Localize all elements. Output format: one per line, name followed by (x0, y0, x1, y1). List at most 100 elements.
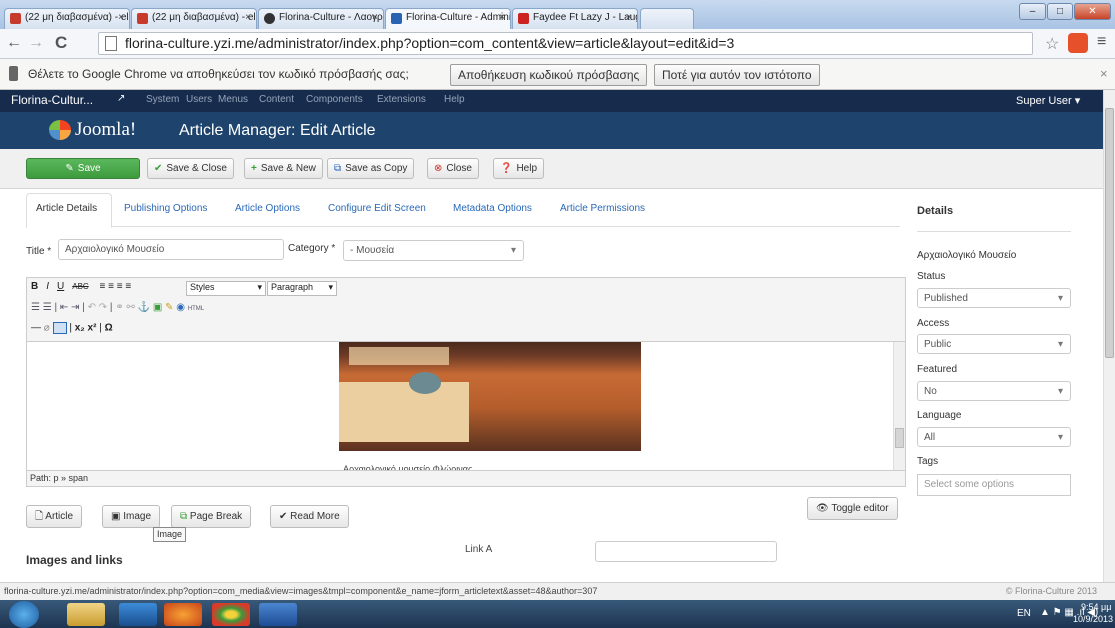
align-right-icon[interactable]: ≡ (117, 281, 123, 292)
image-button[interactable]: ▣ Image (102, 505, 161, 528)
minimize-button[interactable]: – (1019, 3, 1046, 20)
new-tab-button[interactable] (640, 8, 694, 29)
nav-system[interactable]: System (146, 94, 179, 105)
page-break-button[interactable]: ⧉ Page Break (171, 505, 252, 528)
superscript-icon[interactable]: x² (88, 323, 97, 334)
bookmark-star-icon[interactable]: ☆ (1045, 34, 1059, 54)
category-select[interactable]: - Μουσεία (343, 240, 524, 261)
nav-extensions[interactable]: Extensions (377, 94, 426, 105)
site-link[interactable]: Florina-Cultur... (11, 93, 93, 107)
italic-icon[interactable]: I (46, 281, 49, 292)
nav-components[interactable]: Components (306, 94, 363, 105)
bold-icon[interactable]: B (31, 281, 38, 292)
status-select[interactable]: Published (917, 288, 1071, 308)
link-icon[interactable]: ⚭ (115, 302, 123, 313)
eraser-icon[interactable]: ⌀ (44, 323, 50, 334)
back-icon[interactable]: ← (6, 34, 22, 52)
close-icon[interactable]: × (245, 12, 251, 23)
strikethrough-icon[interactable]: ABC (72, 282, 88, 291)
hr-icon[interactable]: — (31, 323, 41, 334)
save-close-button[interactable]: ✔ Save & Close (147, 158, 234, 179)
link-a-input[interactable] (595, 541, 777, 562)
browser-tab-4[interactable]: Florina-Culture - Administ × (385, 8, 511, 29)
close-icon[interactable]: × (499, 12, 505, 23)
nav-content[interactable]: Content (259, 94, 294, 105)
styles-select[interactable]: Styles ▾ (186, 281, 266, 296)
undo-icon[interactable]: ↶ (88, 302, 96, 313)
tab-publishing-options[interactable]: Publishing Options (124, 203, 207, 214)
access-select[interactable]: Public (917, 334, 1071, 354)
help-button[interactable]: ❓ Help (493, 158, 545, 179)
chrome-icon[interactable] (212, 603, 250, 626)
html-icon[interactable]: HTML (188, 306, 204, 312)
anchor-icon[interactable]: ⚓ (138, 302, 150, 313)
align-center-icon[interactable]: ≡ (108, 281, 114, 292)
browser-tab-2[interactable]: (22 μη διαβασμένα) - elen × (131, 8, 257, 29)
tab-article-permissions[interactable]: Article Permissions (560, 203, 645, 214)
align-left-icon[interactable]: ≡ (99, 281, 105, 292)
never-save-button[interactable]: Ποτέ για αυτόν τον ιστότοπο (654, 64, 820, 86)
tab-article-details[interactable]: Article Details (36, 203, 97, 214)
explorer-icon[interactable] (67, 603, 105, 626)
check-icon: ✔ (154, 163, 163, 174)
nav-menus[interactable]: Menus (218, 94, 248, 105)
underline-icon[interactable]: U (57, 281, 64, 292)
bullet-list-icon[interactable]: ☰ (31, 302, 40, 313)
cleanup-icon[interactable]: ✎ (165, 302, 173, 313)
save-new-button[interactable]: + Save & New (244, 158, 323, 179)
unlink-icon[interactable]: ⚯ (126, 302, 134, 313)
editor-scrollbar[interactable] (893, 342, 905, 470)
browser-tab-5[interactable]: Faydee Ft Lazy J - Laugh T× (512, 8, 638, 29)
url-input[interactable]: florina-culture.yzi.me/administrator/ind… (98, 32, 1033, 55)
close-icon[interactable]: × (372, 12, 378, 23)
link-a-label: Link A (465, 544, 493, 555)
reload-icon[interactable]: C (55, 33, 67, 53)
page-scrollbar[interactable] (1103, 90, 1115, 582)
save-copy-button[interactable]: ⧉ Save as Copy (327, 158, 415, 179)
read-more-button[interactable]: ✔ Read More (270, 505, 349, 528)
media-icon[interactable] (119, 603, 157, 626)
menu-icon[interactable]: ≡ (1097, 33, 1106, 51)
title-input[interactable]: Αρχαιολογικό Μουσείο (58, 239, 284, 260)
number-list-icon[interactable]: ☰ (43, 302, 52, 313)
maximize-button[interactable]: □ (1047, 3, 1073, 20)
start-button[interactable] (9, 601, 39, 628)
tags-input[interactable]: Select some options (917, 474, 1071, 496)
museum-photo[interactable] (339, 342, 641, 451)
tab-article-options[interactable]: Article Options (235, 203, 300, 214)
close-icon[interactable]: × (1100, 66, 1108, 81)
format-select[interactable]: Paragraph ▾ (267, 281, 337, 296)
toggle-editor-button[interactable]: 👁 Toggle editor (807, 497, 898, 520)
browser-tab-1[interactable]: (22 μη διαβασμένα) - elen × (4, 8, 130, 29)
subscript-icon[interactable]: x₂ (75, 323, 85, 334)
close-window-button[interactable]: ✕ (1074, 3, 1111, 20)
tab-metadata-options[interactable]: Metadata Options (453, 203, 532, 214)
language-select[interactable]: All (917, 427, 1071, 447)
close-button[interactable]: ⊗ Close (427, 158, 479, 179)
featured-select[interactable]: No (917, 381, 1071, 401)
image-icon[interactable]: ▣ (153, 302, 162, 313)
user-menu[interactable]: Super User ▾ (1016, 94, 1080, 107)
language-indicator[interactable]: EN (1017, 608, 1031, 619)
firefox-icon[interactable] (164, 603, 202, 626)
indent-icon[interactable]: ⇥ (71, 302, 79, 313)
help-icon[interactable]: ◉ (176, 302, 185, 313)
tab-configure-edit-screen[interactable]: Configure Edit Screen (328, 203, 426, 214)
word-icon[interactable] (259, 603, 297, 626)
extension-icon[interactable] (1068, 33, 1088, 53)
save-password-button[interactable]: Αποθήκευση κωδικού πρόσβασης (450, 64, 648, 86)
browser-tab-3[interactable]: Florina-Culture - Λαογρα × (258, 8, 384, 29)
forward-icon[interactable]: → (28, 34, 44, 52)
redo-icon[interactable]: ↷ (99, 302, 107, 313)
nav-help[interactable]: Help (444, 94, 465, 105)
special-char-icon[interactable]: Ω (105, 323, 113, 334)
save-button[interactable]: ✎ Save (26, 158, 140, 179)
close-icon[interactable]: × (626, 12, 632, 23)
nav-users[interactable]: Users (186, 94, 212, 105)
justify-icon[interactable]: ≡ (125, 281, 131, 292)
table-icon[interactable] (52, 322, 67, 334)
outdent-icon[interactable]: ⇤ (60, 302, 68, 313)
article-button[interactable]: 🗋 Article (26, 505, 83, 528)
status-url: florina-culture.yzi.me/administrator/ind… (4, 586, 598, 596)
close-icon[interactable]: × (118, 12, 124, 23)
